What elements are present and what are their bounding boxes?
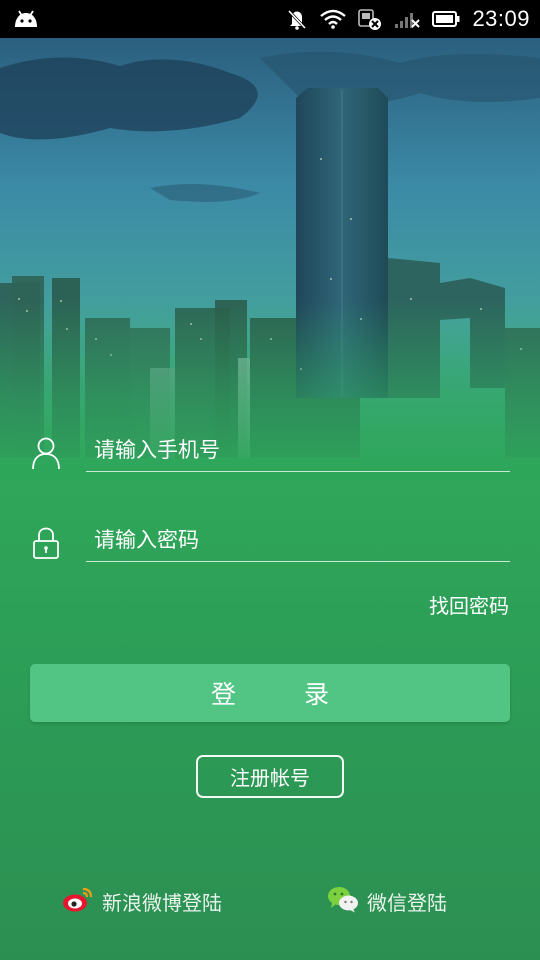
password-field	[30, 518, 510, 574]
wechat-icon	[327, 885, 359, 918]
wechat-login[interactable]: 微信登陆	[327, 882, 447, 920]
login-screen: 23:09 请输入手机号 找回密码 登 录 注册帐号 新浪微博登陆 微信登陆	[0, 0, 540, 960]
lock-icon	[30, 526, 62, 560]
phone-field	[30, 428, 510, 484]
data-off-icon	[358, 8, 382, 30]
weibo-icon	[62, 885, 94, 918]
user-icon	[30, 436, 62, 470]
clock-time: 23:09	[472, 6, 530, 31]
weibo-login-label: 新浪微博登陆	[102, 890, 222, 915]
battery-icon	[432, 10, 460, 28]
signal-icon	[394, 9, 421, 29]
forgot-password-link[interactable]: 找回密码	[429, 590, 509, 619]
phone-input[interactable]	[86, 428, 510, 472]
wifi-icon	[320, 9, 347, 29]
mute-icon	[286, 8, 308, 30]
register-button[interactable]: 注册帐号	[196, 755, 344, 798]
password-input[interactable]	[86, 518, 510, 562]
weibo-login[interactable]: 新浪微博登陆	[62, 882, 222, 920]
wechat-login-label: 微信登陆	[367, 890, 447, 915]
status-bar: 23:09	[0, 0, 540, 38]
login-button[interactable]: 登 录	[30, 664, 510, 722]
android-icon	[12, 9, 40, 29]
